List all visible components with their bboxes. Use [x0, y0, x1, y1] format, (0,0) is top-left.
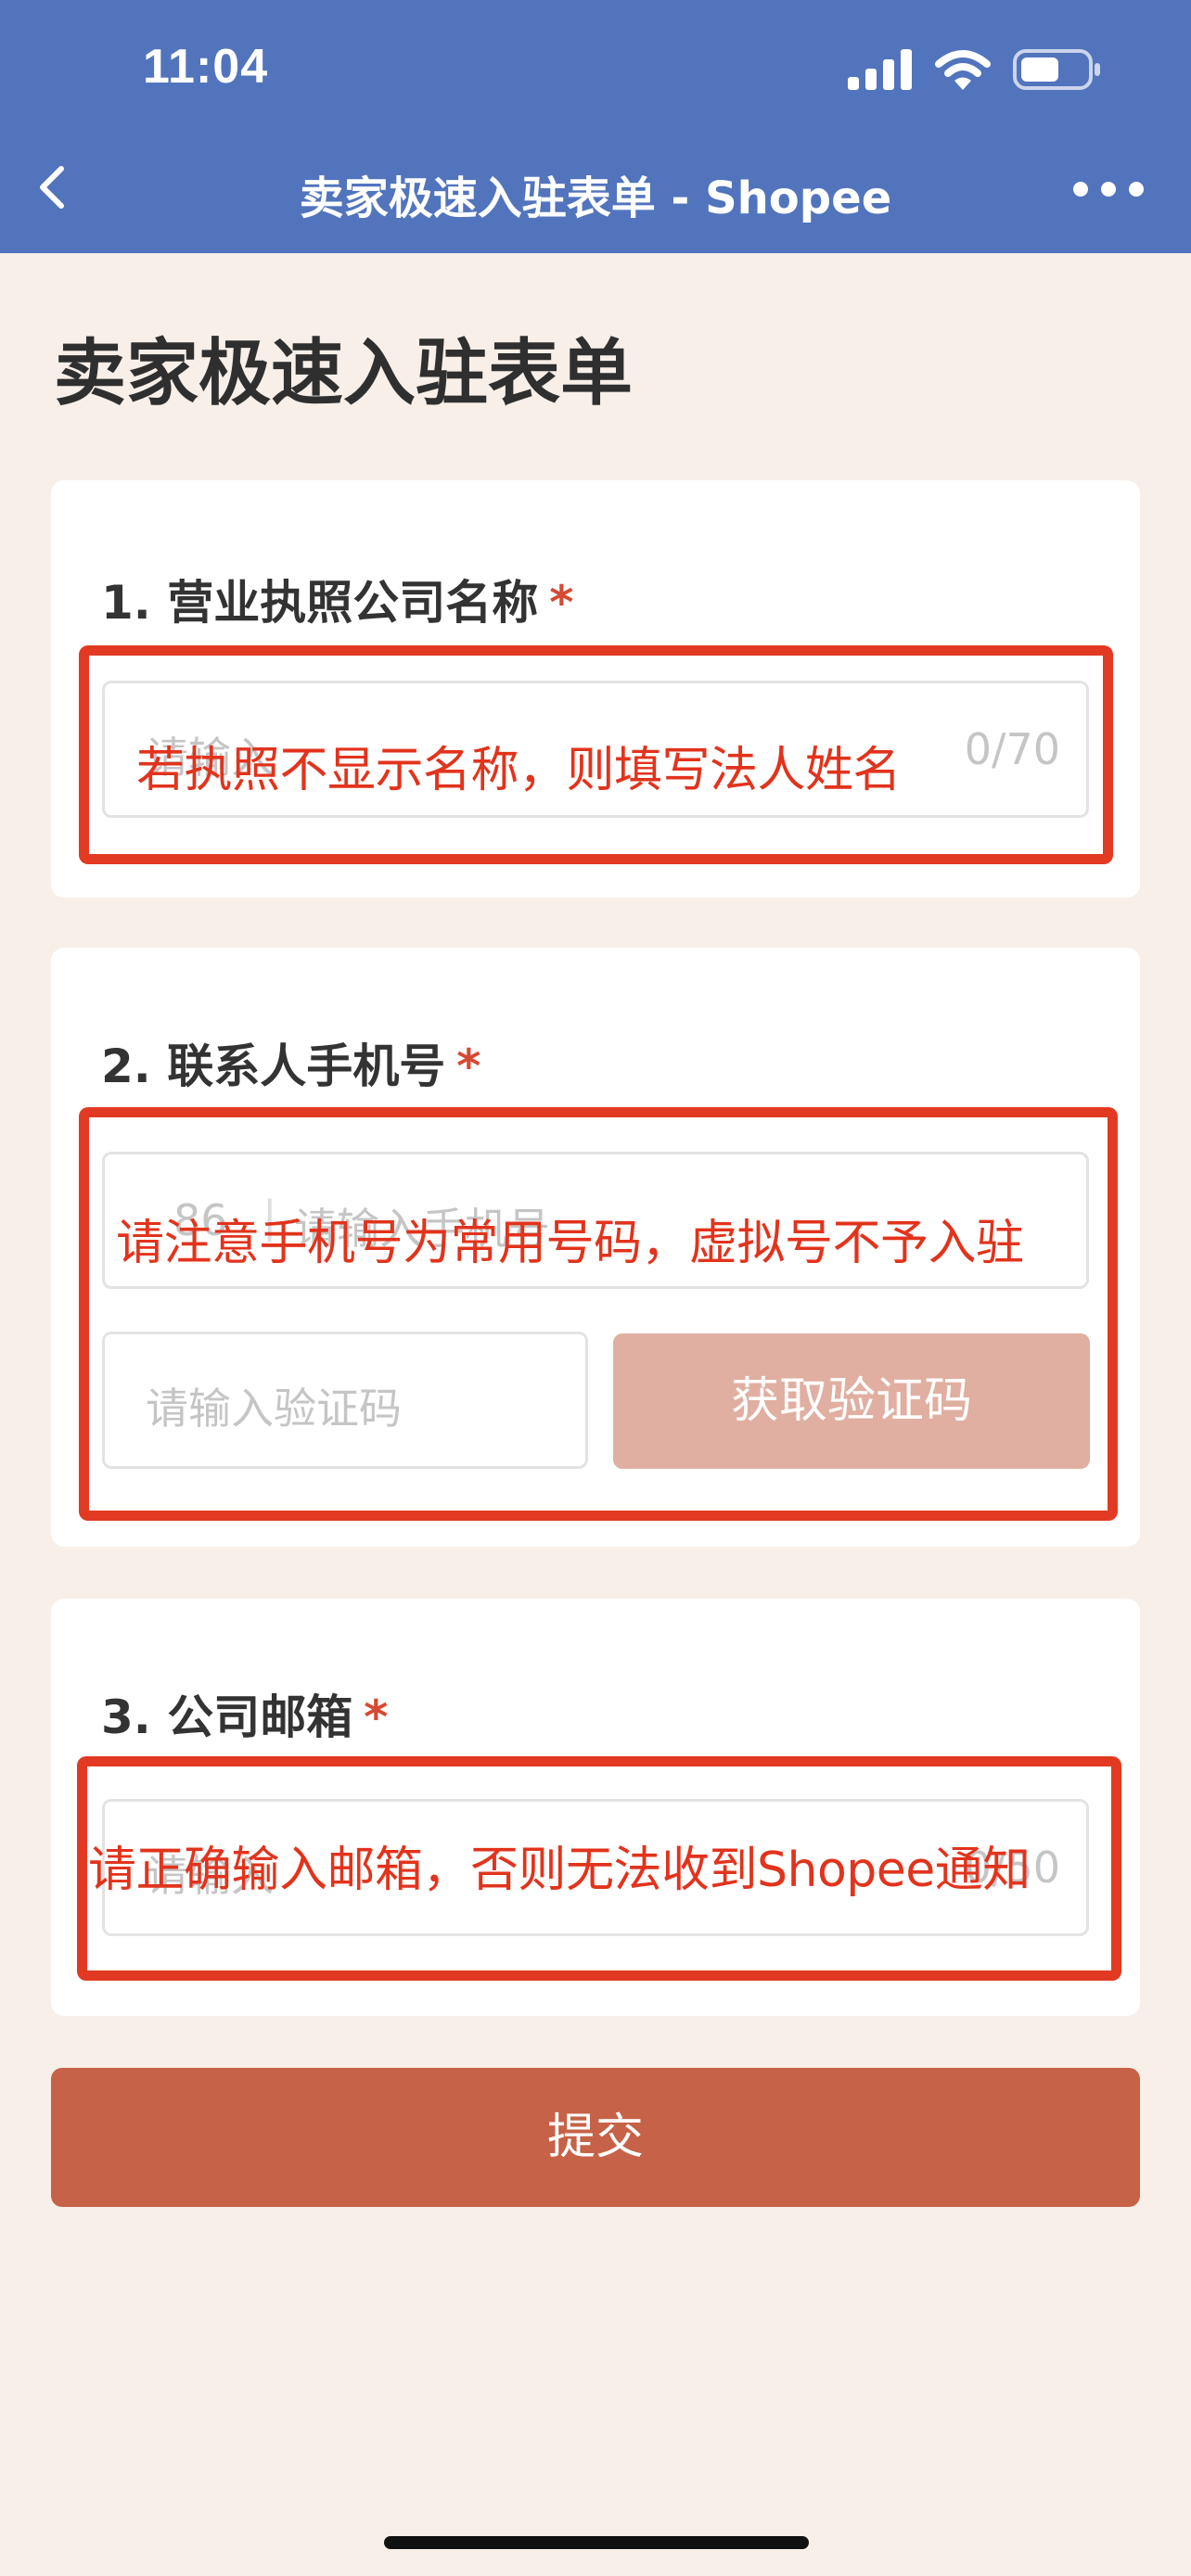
question-card-company-email: 3. 公司邮箱 * 请输入 0/50 请正确输入邮箱，否则无法收到Shopee通知 [51, 1599, 1140, 2016]
annotation-text: 若执照不显示名称，则填写法人姓名 [136, 743, 902, 798]
question-label: 1. 营业执照公司名称 * [101, 566, 573, 632]
battery-icon [1013, 49, 1100, 90]
back-button[interactable] [33, 159, 70, 215]
page-title: 卖家极速入驻表单 [54, 332, 634, 415]
question-card-contact-phone: 2. 联系人手机号 * 86 | 请输入手机号 请输入验证码 获取验证码 请注意手… [51, 948, 1140, 1547]
nav-title: 卖家极速入驻表单 - Shopee [299, 172, 892, 224]
question-label: 3. 公司邮箱 * [101, 1680, 388, 1747]
wifi-icon [935, 50, 991, 90]
question-label-text: 3. 公司邮箱 [101, 1690, 353, 1744]
required-mark: * [364, 1690, 389, 1744]
home-indicator [384, 2536, 809, 2549]
question-label-text: 2. 联系人手机号 [101, 1039, 446, 1093]
submit-button[interactable]: 提交 [51, 2068, 1140, 2207]
signal-icon [848, 49, 912, 90]
required-mark: * [456, 1039, 481, 1093]
more-button[interactable] [1072, 171, 1145, 208]
more-dots-icon [1073, 182, 1144, 197]
status-time: 11:04 [143, 40, 269, 94]
question-label-text: 1. 营业执照公司名称 [101, 576, 539, 630]
required-mark: * [549, 576, 574, 630]
question-card-company-name: 1. 营业执照公司名称 * 请输入 0/70 若执照不显示名称，则填写法人姓名 [51, 480, 1140, 898]
app-header: 11:04 卖家极速入驻表单 - Shopee [0, 0, 1191, 253]
status-icons [848, 48, 1102, 91]
annotation-text: 请注意手机号为常用号码，虚拟号不予入驻 [116, 1216, 1024, 1271]
chevron-left-icon [40, 166, 64, 209]
annotation-text: 请正确输入邮箱，否则无法收到Shopee通知 [88, 1843, 1031, 1898]
annotation-box [79, 1107, 1118, 1521]
question-label: 2. 联系人手机号 * [101, 1029, 480, 1096]
